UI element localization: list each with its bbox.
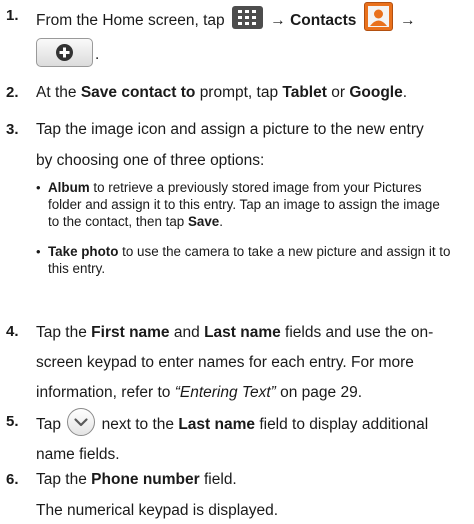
step-text: Tap next to the Last name field to displ… [36, 408, 468, 470]
step-3: 3. Tap the image icon and assign a pictu… [4, 116, 468, 277]
step-1: 1. From the Home screen, tap → Contacts … [4, 2, 468, 68]
apps-grid-icon [231, 6, 263, 29]
step-6: 6. Tap the Phone number field. The numer… [4, 466, 468, 524]
step-number: 4. [6, 323, 19, 340]
step-text: From the Home screen, tap → Contacts → . [36, 2, 468, 68]
step-text: Tap the image icon and assign a picture … [36, 116, 468, 277]
manual-page: 1. From the Home screen, tap → Contacts … [0, 0, 474, 521]
step-number: 5. [6, 413, 19, 430]
step-number: 1. [6, 7, 19, 24]
step-number: 2. [6, 84, 19, 101]
step-number: 3. [6, 121, 19, 138]
step-number: 6. [6, 471, 19, 488]
step-text: Tap the Phone number field. The numerica… [36, 471, 279, 519]
contacts-icon [363, 2, 393, 31]
step-5: 5. Tap next to the Last name field to di… [4, 408, 468, 470]
step-text: Tap the First name and Last name fields … [36, 324, 434, 401]
step-text: At the Save contact to prompt, tap Table… [36, 84, 408, 101]
bullet-take-photo: Take photo to use the camera to take a n… [36, 243, 468, 277]
step-4: 4. Tap the First name and Last name fiel… [4, 318, 468, 408]
bullet-album: Album to retrieve a previously stored im… [36, 179, 468, 230]
add-contact-icon [36, 38, 93, 67]
expand-chevron-icon [67, 408, 96, 436]
step-2: 2. At the Save contact to prompt, tap Ta… [4, 79, 468, 106]
